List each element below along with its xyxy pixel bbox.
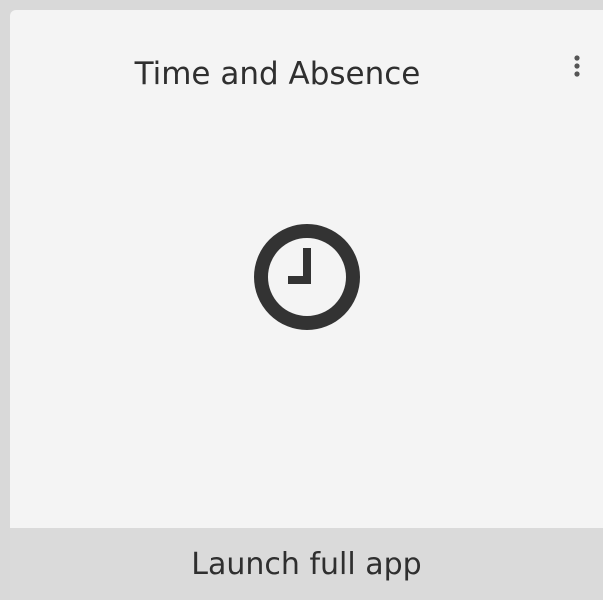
vertical-ellipsis-icon [574, 55, 580, 77]
more-options-button[interactable] [565, 52, 589, 80]
launch-full-app-button[interactable]: Launch full app [10, 528, 603, 600]
app-tile[interactable]: Time and Absence Launch full app [10, 10, 603, 600]
launch-full-app-label: Launch full app [191, 546, 422, 582]
tile-title: Time and Absence [134, 56, 421, 92]
clock-icon [254, 224, 360, 330]
